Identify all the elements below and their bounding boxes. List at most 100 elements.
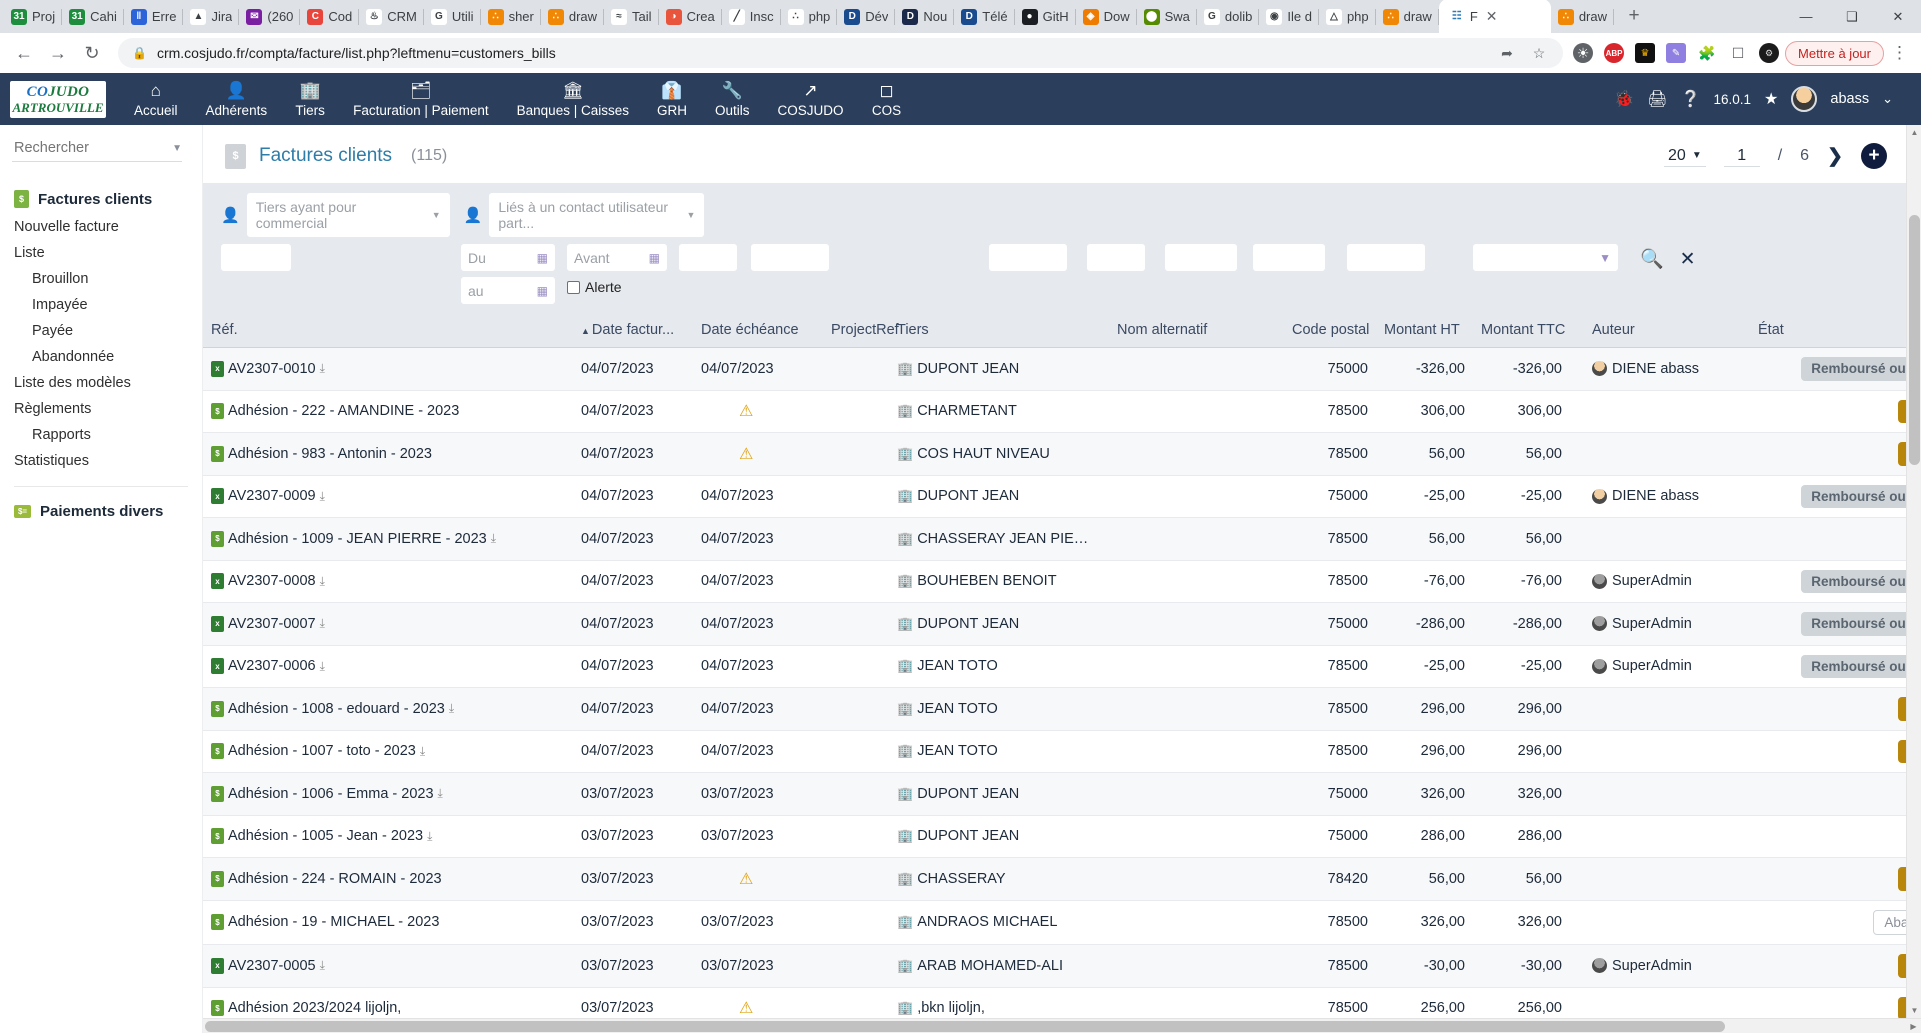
table-row[interactable]: xAV2307-0006⤓04/07/202304/07/2023🏢JEAN T… (203, 645, 1921, 688)
table-row[interactable]: $Adhésion - 983 - Antonin - 202304/07/20… (203, 433, 1921, 476)
browser-tab[interactable]: ✉(260 (239, 0, 300, 33)
browser-tab[interactable]: ∴sher (481, 0, 541, 33)
tiers-link[interactable]: JEAN TOTO (917, 743, 998, 759)
table-row[interactable]: xAV2307-0008⤓04/07/202304/07/2023🏢BOUHEB… (203, 560, 1921, 603)
browser-tab[interactable]: ∴draw (541, 0, 604, 33)
dark-extension-icon[interactable]: ⚙ (1759, 43, 1779, 63)
tiers-link[interactable]: DUPONT JEAN (917, 488, 1019, 504)
invoice-ref-link[interactable]: AV2307-0010 (228, 361, 316, 377)
col-etat[interactable]: État (1750, 312, 1921, 348)
nomalt-filter-input[interactable] (989, 244, 1067, 271)
sidebar-item-abandonn-e[interactable]: Abandonnée (0, 344, 202, 370)
alert-checkbox[interactable] (567, 281, 580, 294)
search-input[interactable] (12, 139, 172, 157)
author-link[interactable]: DIENE abass (1612, 361, 1699, 377)
cell-ref[interactable]: $Adhésion - 1006 - Emma - 2023⤓ (203, 773, 573, 816)
date-to-input[interactable]: au ▦ (461, 277, 555, 304)
download-icon[interactable]: ⤓ (320, 958, 325, 973)
navbar-item-banques-caisses[interactable]: 🏛Banques | Caisses (503, 81, 643, 118)
cell-ref[interactable]: xAV2307-0006⤓ (203, 645, 573, 688)
tiers-filter-input[interactable] (751, 244, 829, 271)
browser-tab[interactable]: ◉Ile d (1259, 0, 1319, 33)
cell-ref[interactable]: $Adhésion - 983 - Antonin - 2023 (203, 433, 573, 476)
author-link[interactable]: SuperAdmin (1612, 658, 1692, 674)
cell-tiers[interactable]: 🏢JEAN TOTO (889, 688, 1109, 731)
maximize-icon[interactable]: ❑ (1829, 0, 1875, 33)
invoice-ref-link[interactable]: Adhésion - 1005 - Jean - 2023 (228, 828, 423, 844)
tiers-link[interactable]: BOUHEBEN BENOIT (917, 573, 1056, 589)
download-icon[interactable]: ⤓ (320, 659, 325, 674)
etat-filter-select[interactable]: ▼ (1473, 244, 1618, 271)
col-auteur[interactable]: Auteur (1570, 312, 1750, 348)
user-name[interactable]: abass (1830, 91, 1869, 107)
printer-icon[interactable]: 🖨 (1647, 89, 1667, 109)
author-link[interactable]: SuperAdmin (1612, 616, 1692, 632)
cell-ref[interactable]: $Adhésion - 1005 - Jean - 2023⤓ (203, 815, 573, 858)
bookmark-star-icon[interactable]: ☆ (1529, 43, 1549, 63)
reload-icon[interactable]: ↻ (76, 37, 108, 69)
tiers-link[interactable]: CHASSERAY (917, 871, 1005, 887)
download-icon[interactable]: ⤓ (427, 829, 432, 844)
chevron-down-icon[interactable]: ▼ (172, 143, 182, 154)
invoice-ref-link[interactable]: Adhésion - 222 - AMANDINE - 2023 (228, 403, 459, 419)
cell-ref[interactable]: $Adhésion - 19 - MICHAEL - 2023 (203, 900, 573, 945)
cell-tiers[interactable]: 🏢CHASSERAY (889, 858, 1109, 901)
cell-tiers[interactable]: 🏢COS HAUT NIVEAU (889, 433, 1109, 476)
cell-tiers[interactable]: 🏢JEAN TOTO (889, 730, 1109, 773)
chevron-down-icon[interactable]: ⌄ (1882, 91, 1893, 107)
search-icon[interactable]: 🔍 (1640, 247, 1664, 271)
update-button[interactable]: Mettre à jour (1785, 41, 1884, 66)
colorzilla-icon[interactable]: ✎ (1666, 43, 1686, 63)
invoice-ref-link[interactable]: Adhésion - 1009 - JEAN PIERRE - 2023 (228, 531, 487, 547)
table-row[interactable]: $Adhésion - 1008 - edouard - 2023⤓04/07/… (203, 688, 1921, 731)
browser-tab[interactable]: ▲Jira (183, 0, 239, 33)
col-date-echeance[interactable]: Date échéance (693, 312, 823, 348)
table-row[interactable]: $Adhésion - 1009 - JEAN PIERRE - 2023⤓04… (203, 518, 1921, 561)
cell-ref[interactable]: $Adhésion - 1008 - edouard - 2023⤓ (203, 688, 573, 731)
scroll-right-icon[interactable]: ▶ (1906, 1019, 1921, 1033)
invoice-ref-link[interactable]: Adhésion - 1008 - edouard - 2023 (228, 701, 445, 717)
col-montant-ht[interactable]: Montant HT (1376, 312, 1473, 348)
col-nom-alternatif[interactable]: Nom alternatif (1109, 312, 1284, 348)
browser-tab[interactable]: ≈Tail (604, 0, 659, 33)
navbar-item-outils[interactable]: 🔧Outils (701, 81, 764, 118)
auteur-filter-input[interactable] (1347, 244, 1425, 271)
calendar-icon[interactable]: ▦ (649, 251, 660, 265)
cell-ref[interactable]: $Adhésion - 1009 - JEAN PIERRE - 2023⤓ (203, 518, 573, 561)
navbar-item-grh[interactable]: 👔GRH (643, 81, 701, 118)
cell-tiers[interactable]: 🏢DUPONT JEAN (889, 815, 1109, 858)
col-date-facture[interactable]: ▲Date factur... (573, 312, 693, 348)
cell-tiers[interactable]: 🏢ARAB MOHAMED-ALI (889, 945, 1109, 988)
browser-tab[interactable]: ‖Erre (124, 0, 184, 33)
sidebar-item-brouillon[interactable]: Brouillon (0, 266, 202, 292)
browser-tab[interactable]: ∴draw (1376, 0, 1439, 33)
cell-tiers[interactable]: 🏢ANDRAOS MICHAEL (889, 900, 1109, 945)
cell-tiers[interactable]: 🏢DUPONT JEAN (889, 773, 1109, 816)
tiers-link[interactable]: DUPONT JEAN (917, 828, 1019, 844)
sidebar-item-pay-e[interactable]: Payée (0, 318, 202, 344)
new-tab-button[interactable]: + (1620, 2, 1648, 30)
invoice-ref-link[interactable]: AV2307-0007 (228, 616, 316, 632)
browser-tab[interactable]: DTélé (954, 0, 1014, 33)
calendar-icon[interactable]: ▦ (537, 284, 548, 298)
due-before-input[interactable]: Avant ▦ (567, 244, 667, 271)
projectref-filter-input[interactable] (679, 244, 737, 271)
address-bar[interactable]: 🔒 crm.cosjudo.fr/compta/facture/list.php… (118, 38, 1563, 68)
sidebar-item-liste[interactable]: Liste (0, 240, 202, 266)
ref-filter-input[interactable] (221, 244, 291, 271)
invoice-ref-link[interactable]: AV2307-0008 (228, 573, 316, 589)
invoice-ref-link[interactable]: Adhésion - 224 - ROMAIN - 2023 (228, 871, 442, 887)
invoice-ref-link[interactable]: AV2307-0009 (228, 488, 316, 504)
navbar-item-tiers[interactable]: 🏢Tiers (281, 81, 339, 118)
back-icon[interactable]: ← (8, 37, 40, 69)
avatar[interactable] (1791, 86, 1817, 112)
tiers-link[interactable]: ,bkn lijoljn, (917, 1000, 985, 1016)
browser-tab[interactable]: ⬤Swa (1137, 0, 1197, 33)
sidebar-item-statistiques[interactable]: Statistiques (0, 448, 202, 474)
download-icon[interactable]: ⤓ (320, 574, 325, 589)
sidepanel-icon[interactable]: ☐ (1728, 43, 1748, 63)
horizontal-scroll-thumb[interactable] (205, 1021, 1725, 1032)
puzzle-icon[interactable]: 🧩 (1697, 43, 1717, 63)
cp-filter-input[interactable] (1087, 244, 1145, 271)
table-row[interactable]: xAV2307-0010⤓04/07/202304/07/2023🏢DUPONT… (203, 348, 1921, 391)
